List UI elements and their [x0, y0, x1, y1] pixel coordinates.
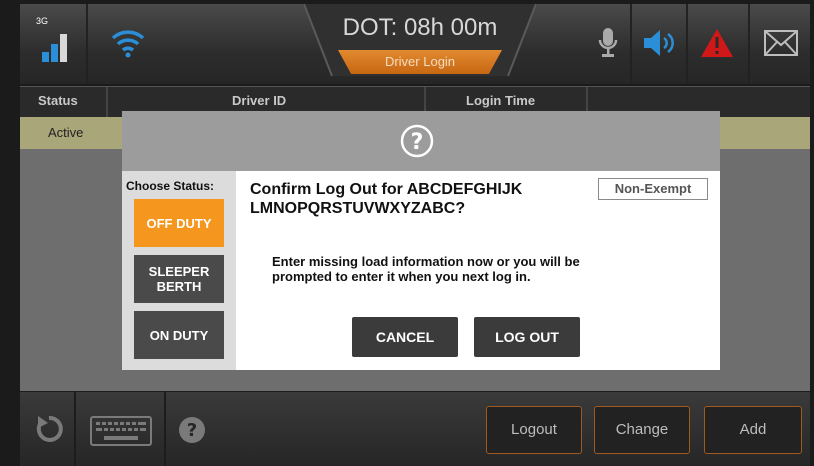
wifi-icon — [111, 30, 145, 58]
warning-icon[interactable] — [700, 28, 734, 58]
keyboard-icon[interactable] — [90, 416, 152, 446]
svg-text:?: ? — [187, 420, 197, 441]
dialog-message: Enter missing load information now or yo… — [272, 254, 692, 284]
exempt-status-badge: Non-Exempt — [598, 178, 708, 200]
column-header-driver-id: Driver ID — [232, 93, 287, 108]
top-bar: 3G DOT: 08h 00m Driver Login — [20, 4, 810, 84]
dialog-message-line-1: Enter missing load information now or yo… — [272, 254, 580, 269]
microphone-icon[interactable] — [598, 26, 618, 60]
dot-hours-remaining: DOT: 08h 00m — [342, 14, 498, 41]
column-header-login-time: Login Time — [466, 93, 536, 108]
screen: 3G DOT: 08h 00m Driver Login Status Driv… — [0, 0, 814, 466]
screen-title: Driver Login — [338, 50, 502, 74]
add-button[interactable]: Add — [704, 406, 802, 454]
help-icon[interactable]: ? — [178, 416, 206, 444]
dialog-title-line-2: LMNOPQRSTUVWXYZABC? — [250, 200, 466, 217]
dialog-message-line-2: prompted to enter it when you next log i… — [272, 269, 531, 284]
bottom-bar: ? Logout Change Add — [20, 392, 810, 466]
status-chooser: Choose Status: OFF DUTY SLEEPER BERTH ON… — [122, 171, 236, 370]
log-out-button[interactable]: LOG OUT — [474, 317, 580, 357]
svg-text:?: ? — [411, 130, 424, 155]
refresh-icon[interactable] — [34, 414, 64, 444]
status-on-duty-button[interactable]: ON DUTY — [134, 311, 224, 359]
choose-status-label: Choose Status: — [126, 179, 215, 193]
status-sleeper-berth-button[interactable]: SLEEPER BERTH — [134, 255, 224, 303]
dialog-title-line-1: Confirm Log Out for ABCDEFGHIJK — [250, 181, 523, 198]
network-label: 3G — [36, 16, 49, 26]
speaker-icon[interactable] — [642, 28, 676, 58]
logout-button[interactable]: Logout — [486, 406, 582, 454]
confirm-dialog: Confirm Log Out for ABCDEFGHIJK LMNOPQRS… — [236, 171, 720, 370]
cancel-button[interactable]: CANCEL — [352, 317, 458, 357]
column-header-status: Status — [38, 93, 78, 108]
status-off-duty-button[interactable]: OFF DUTY — [134, 199, 224, 247]
change-button[interactable]: Change — [594, 406, 690, 454]
row-status: Active — [48, 125, 84, 140]
signal-icon: 3G — [34, 16, 74, 62]
dot-timer-tab: DOT: 08h 00m Driver Login — [304, 4, 536, 76]
dialog-title: Confirm Log Out for ABCDEFGHIJK LMNOPQRS… — [250, 180, 580, 218]
mail-icon[interactable] — [764, 30, 798, 56]
question-icon: ? — [400, 124, 434, 158]
